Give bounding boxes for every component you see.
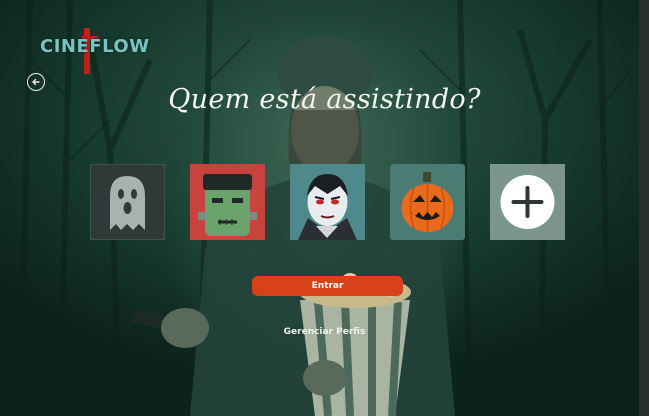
logo-text: CINEFLOW	[40, 36, 150, 57]
profile-list	[0, 164, 649, 242]
profile-ghost[interactable]	[90, 164, 165, 240]
profile-vampire[interactable]	[290, 164, 365, 240]
add-profile-button[interactable]	[490, 164, 565, 240]
plus-icon	[490, 164, 565, 240]
pumpkin-icon	[390, 164, 465, 240]
page-title: Quem está assistindo?	[168, 84, 481, 115]
profile-frankenstein[interactable]	[190, 164, 265, 240]
cineflow-logo: CINEFLOW	[40, 28, 149, 74]
ghost-icon	[90, 164, 165, 240]
frankenstein-icon	[190, 164, 265, 240]
scrollbar[interactable]	[639, 0, 649, 416]
profile-pumpkin[interactable]	[390, 164, 465, 240]
manage-profiles-link[interactable]: Gerenciar Perfis	[0, 327, 649, 337]
vampire-icon	[290, 164, 365, 240]
enter-button[interactable]: Entrar	[252, 276, 403, 296]
